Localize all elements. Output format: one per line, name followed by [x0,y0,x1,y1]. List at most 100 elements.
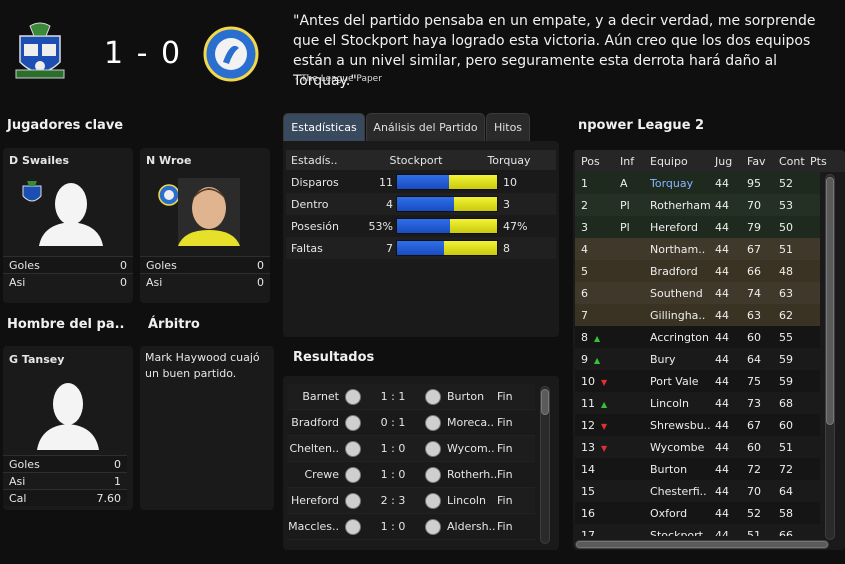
man-of-match-card[interactable]: G Tansey Goles 0 Asi 1 Cal 7.60 [3,346,133,510]
team-name[interactable]: Stockport [650,529,715,537]
played: 44 [715,440,729,454]
result-row[interactable]: Chelten.. 1 : 0 Wycom.. Fin [287,436,535,462]
played: 44 [715,264,729,278]
col-fav[interactable]: Fav [747,155,779,168]
home-team[interactable]: Crewe [287,468,340,481]
stat-value: 0 [257,258,264,272]
referee-card: Mark Haywood cuajó un buen partido. [140,346,274,510]
team-name[interactable]: Torquay [650,177,715,190]
league-row[interactable]: 1 A Torquay 44 95 52 [575,172,820,194]
team-name[interactable]: Wycombe [650,441,715,454]
league-row[interactable]: 7 Gillingha.. 44 63 62 [575,304,820,326]
team-name[interactable]: Bury [650,353,715,366]
team-name[interactable]: Burton [650,463,715,476]
position: 2 [581,198,588,212]
team-name[interactable]: Southend [650,287,715,300]
home-team[interactable]: Chelten.. [287,442,339,455]
team-name[interactable]: Shrewsbu.. [650,419,715,432]
col-jug[interactable]: Jug [715,155,747,168]
league-row[interactable]: 6 Southend 44 74 63 [575,282,820,304]
home-team[interactable]: Maccles.. [287,520,339,533]
col-pts[interactable]: Pts [810,155,838,168]
team-name[interactable]: Gillingha.. [650,309,715,322]
away-team[interactable]: Moreca.. [447,416,497,429]
stockport-crest-icon [15,22,65,79]
league-row[interactable]: 5 Bradford 44 66 48 [575,260,820,282]
stat-row: Asi 1 [3,472,127,489]
match-stats-panel: Estadís.. Stockport Torquay Disparos 11 10… [283,141,559,337]
league-row[interactable]: 8 ▲ Accrington 44 60 55 [575,326,820,348]
league-h-scroll-thumb[interactable] [576,541,828,548]
league-row[interactable]: 10 ▼ Port Vale 44 75 59 [575,370,820,392]
team-name[interactable]: Rotherham [650,199,715,212]
result-row[interactable]: Hereford 2 : 3 Lincoln Fin [287,488,535,514]
played: 44 [715,374,729,388]
tab-hitos[interactable]: Hitos [486,113,530,141]
stat-home-value: 11 [379,175,393,189]
league-v-scroll-thumb[interactable] [826,177,834,425]
position: 7 [581,308,588,322]
away-team[interactable]: Lincoln [447,494,497,507]
played: 44 [715,286,729,300]
home-team[interactable]: Hereford [287,494,339,507]
league-row[interactable]: 16 Oxford 44 52 58 [575,502,820,524]
league-row[interactable]: 2 Pl Rotherham 44 70 53 [575,194,820,216]
col-pos[interactable]: Pos [575,155,620,168]
col-equipo[interactable]: Equipo [650,155,715,168]
stat-value: 1 [114,474,121,488]
home-crest-icon [345,440,361,457]
league-h-scrollbar[interactable] [575,540,829,549]
team-name[interactable]: Oxford [650,507,715,520]
goals-for: 95 [747,176,761,190]
away-team[interactable]: Aldersh.. [447,520,497,533]
stat-row: Goles 0 [140,256,270,273]
team-name[interactable]: Northam.. [650,243,715,256]
pos-cell: 3 [575,221,620,234]
league-row[interactable]: 13 ▼ Wycombe 44 60 51 [575,436,820,458]
goals-against: 52 [779,176,793,190]
player-card[interactable]: D Swailes Goles 0 Asi 0 [3,148,133,303]
goals-against: 60 [779,418,793,432]
league-row[interactable]: 14 Burton 44 72 72 [575,458,820,480]
tab-analisis-partido[interactable]: Análisis del Partido [366,113,485,141]
played: 44 [715,352,729,366]
quote-source: - The League Paper [295,74,382,84]
home-crest[interactable] [12,22,68,84]
result-row[interactable]: Bradford 0 : 1 Moreca.. Fin [287,410,535,436]
league-row[interactable]: 9 ▲ Bury 44 64 59 [575,348,820,370]
home-team[interactable]: Barnet [287,390,339,403]
league-row[interactable]: 4 Northam.. 44 67 51 [575,238,820,260]
league-row[interactable]: 11 ▲ Lincoln 44 73 68 [575,392,820,414]
col-cont[interactable]: Cont [779,155,810,168]
team-name[interactable]: Hereford [650,221,715,234]
played: 44 [715,462,729,476]
team-name[interactable]: Lincoln [650,397,715,410]
results-scroll-thumb[interactable] [541,389,549,415]
team-name[interactable]: Bradford [650,265,715,278]
goals-against: 55 [779,330,793,344]
tab-estadisticas[interactable]: Estadísticas [283,113,365,141]
result-row[interactable]: Barnet 1 : 1 Burton Fin [287,384,535,410]
league-row[interactable]: 15 Chesterfi.. 44 70 64 [575,480,820,502]
away-team[interactable]: Wycom.. [447,442,497,455]
team-name[interactable]: Port Vale [650,375,715,388]
away-crest[interactable] [203,26,259,82]
results-scrollbar[interactable] [540,386,550,544]
goals-for: 66 [747,264,761,278]
away-team[interactable]: Rotherh.. [447,468,497,481]
league-row[interactable]: 3 Pl Hereford 44 79 50 [575,216,820,238]
home-team[interactable]: Bradford [287,416,339,429]
match-status: Fin [497,468,513,481]
league-row[interactable]: 12 ▼ Shrewsbu.. 44 67 60 [575,414,820,436]
played: 44 [715,242,729,256]
stat-away-value: 10 [503,175,517,189]
team-name[interactable]: Accrington [650,331,715,344]
league-row[interactable]: 17 Stockport 44 51 66 [575,524,820,536]
league-v-scrollbar[interactable] [825,174,835,540]
team-name[interactable]: Chesterfi.. [650,485,715,498]
player-card[interactable]: N Wroe Goles 0 Asi 0 [140,148,270,303]
away-team[interactable]: Burton [447,390,497,403]
result-row[interactable]: Crewe 1 : 0 Rotherh.. Fin [287,462,535,488]
result-row[interactable]: Maccles.. 1 : 0 Aldersh.. Fin [287,514,535,540]
col-inf[interactable]: Inf [620,155,650,168]
